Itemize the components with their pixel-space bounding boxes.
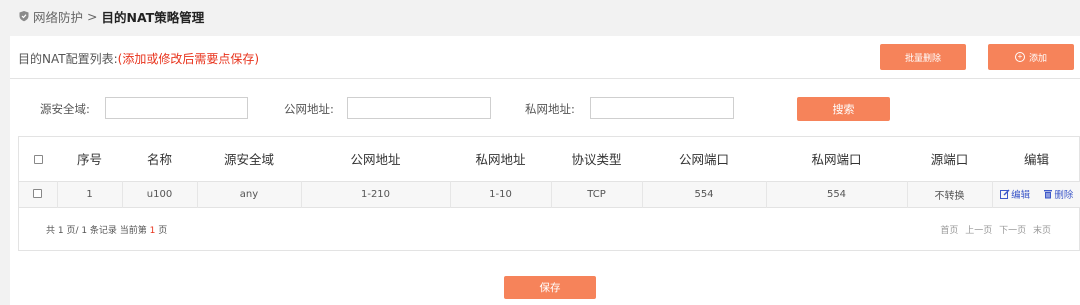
pager-nav: 首页 上一页 下一页 末页 — [936, 223, 1051, 236]
save-hint: (添加或修改后需要点保存) — [117, 52, 260, 66]
plus-circle-icon: + — [1014, 52, 1025, 62]
cell-public-port: 554 — [642, 181, 767, 207]
cell-src-port: 不转换 — [907, 181, 993, 207]
col-protocol: 协议类型 — [571, 152, 622, 168]
col-src-port: 源端口 — [930, 152, 969, 168]
edit-label: 编辑 — [1011, 189, 1031, 201]
nat-list-panel: 目的NAT配置列表:(添加或修改后需要点保存) 批量删除 + 添加 源安全域: … — [10, 36, 1080, 305]
batch-delete-button[interactable]: 批量删除 — [880, 44, 966, 70]
public-addr-label: 公网地址: — [284, 102, 334, 116]
page-title: 目的NAT策略管理 — [101, 9, 205, 25]
col-public-port: 公网端口 — [678, 152, 729, 168]
col-public-addr: 公网地址 — [350, 152, 401, 168]
col-private-port: 私网端口 — [811, 152, 862, 168]
pager-summary-prefix: 共 1 页/ 1 条记录 当前第 — [46, 226, 147, 236]
src-zone-label: 源安全域: — [40, 102, 90, 116]
col-private-addr: 私网地址 — [475, 152, 526, 168]
shield-icon — [18, 10, 30, 22]
add-button-label: 添加 — [1028, 52, 1047, 63]
pager-current-page: 1 — [149, 226, 156, 236]
save-button[interactable]: 保存 — [504, 276, 596, 299]
nat-table: 序号 名称 源安全域 公网地址 私网地址 协议类型 公网端口 私网端口 源端口 … — [18, 136, 1080, 251]
pager-last[interactable]: 末页 — [1033, 226, 1051, 236]
pager-first[interactable]: 首页 — [940, 226, 958, 236]
private-addr-input[interactable] — [590, 97, 734, 119]
add-button[interactable]: + 添加 — [988, 44, 1074, 70]
edit-icon — [1000, 189, 1010, 199]
cell-private-port: 554 — [766, 181, 908, 207]
pager-next[interactable]: 下一页 — [999, 226, 1026, 236]
pager-summary: 共 1 页/ 1 条记录 当前第 1 页 — [46, 223, 167, 236]
breadcrumb-parent[interactable]: 网络防护 — [33, 7, 83, 26]
col-src-zone: 源安全域 — [223, 152, 274, 168]
col-index: 序号 — [76, 152, 102, 168]
src-zone-input[interactable] — [105, 97, 248, 119]
list-title-label: 目的NAT配置列表: — [18, 52, 118, 66]
list-header: 目的NAT配置列表:(添加或修改后需要点保存) 批量删除 + 添加 — [10, 36, 1080, 79]
table-header-row: 序号 名称 源安全域 公网地址 私网地址 协议类型 公网端口 私网端口 源端口 … — [19, 137, 1080, 181]
col-name: 名称 — [146, 152, 172, 168]
search-button[interactable]: 搜索 — [797, 97, 890, 121]
table-row: 1 u100 any 1-210 1-10 TCP 554 554 不转换 编辑 — [19, 181, 1080, 207]
cell-public-addr: 1-210 — [301, 181, 451, 207]
breadcrumb-separator: > — [87, 8, 98, 24]
cell-protocol: TCP — [551, 181, 643, 207]
row-checkbox[interactable] — [33, 189, 43, 198]
select-all-cell — [19, 137, 57, 181]
cell-actions: 编辑 删除 — [992, 181, 1080, 207]
pager: 共 1 页/ 1 条记录 当前第 1 页 首页 上一页 下一页 末页 — [19, 221, 1079, 236]
delete-label: 删除 — [1054, 189, 1074, 201]
cell-src-zone: any — [197, 181, 302, 207]
cell-index: 1 — [57, 181, 123, 207]
row-select-cell — [19, 181, 58, 207]
cell-name: u100 — [122, 181, 198, 207]
public-addr-input[interactable] — [347, 97, 491, 119]
breadcrumb: 网络防护 > 目的NAT策略管理 — [18, 7, 205, 26]
row-edit-link[interactable]: 编辑 — [1000, 187, 1030, 201]
pager-summary-suffix: 页 — [158, 226, 168, 236]
private-addr-label: 私网地址: — [525, 102, 575, 116]
list-title: 目的NAT配置列表:(添加或修改后需要点保存) — [18, 50, 259, 67]
pager-prev[interactable]: 上一页 — [965, 226, 992, 236]
trash-icon — [1044, 189, 1053, 198]
row-delete-link[interactable]: 删除 — [1043, 187, 1073, 201]
search-row: 源安全域: 公网地址: 私网地址: — [10, 96, 1080, 120]
col-edit: 编辑 — [1023, 152, 1049, 168]
select-all-checkbox[interactable] — [33, 155, 43, 165]
cell-private-addr: 1-10 — [450, 181, 552, 207]
